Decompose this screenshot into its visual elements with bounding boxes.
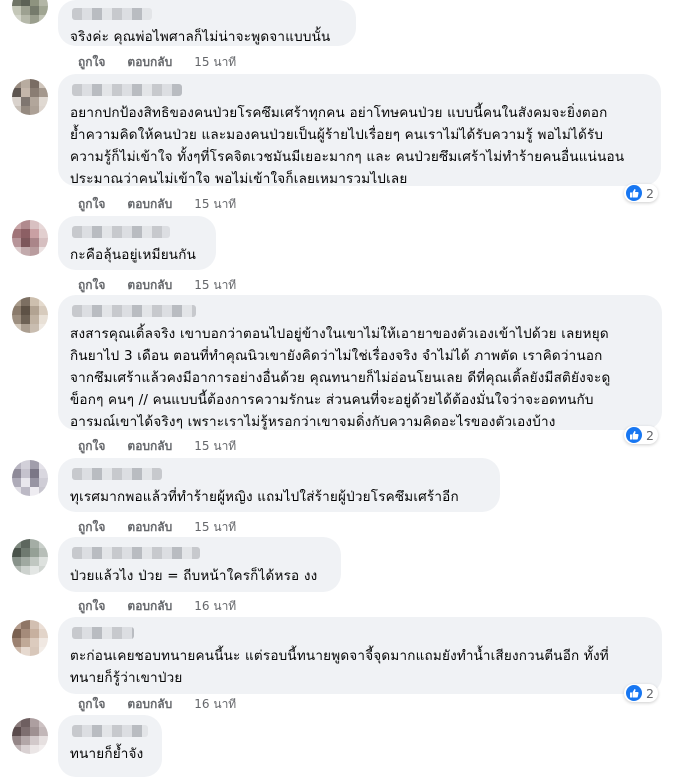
reaction-number: 2 (646, 185, 654, 201)
like-link[interactable]: ถูกใจ (78, 53, 105, 72)
commenter-name[interactable] (72, 226, 170, 238)
reply-link[interactable]: ตอบกลับ (127, 695, 172, 714)
avatar[interactable] (12, 460, 48, 496)
reaction-number: 2 (646, 685, 654, 701)
like-reaction-icon (626, 685, 643, 701)
commenter-name[interactable] (72, 84, 182, 96)
like-link[interactable]: ถูกใจ (78, 518, 105, 537)
reply-link[interactable]: ตอบกลับ (127, 518, 172, 537)
avatar[interactable] (12, 297, 48, 333)
commenter-name[interactable] (72, 305, 196, 317)
like-link[interactable]: ถูกใจ (78, 695, 105, 714)
avatar[interactable] (12, 0, 48, 24)
comment-bubble: ตะก่อนเคยชอบทนายคนนี้นะ แต่รอบนี้ทนายพูด… (58, 617, 662, 694)
comment-bubble: ทุเรศมากพอแล้วที่ทำร้ายผู้หญิง แถมไปใส่ร… (58, 458, 500, 512)
like-link[interactable]: ถูกใจ (78, 597, 105, 616)
comment-actions: ถูกใจ ตอบกลับ 15 นาที (78, 518, 236, 537)
comment-text: ตะก่อนเคยชอบทนายคนนี้นะ แต่รอบนี้ทนายพูด… (70, 648, 609, 686)
reply-link[interactable]: ตอบกลับ (127, 437, 172, 456)
comment-actions: ถูกใจ ตอบกลับ 16 นาที (78, 597, 236, 616)
avatar[interactable] (12, 220, 48, 256)
avatar[interactable] (12, 79, 48, 115)
timestamp[interactable]: 15 นาที (194, 276, 236, 295)
like-reaction-icon (626, 427, 643, 443)
like-link[interactable]: ถูกใจ (78, 437, 105, 456)
like-link[interactable]: ถูกใจ (78, 276, 105, 295)
comment-text: อยากปกป้องสิทธิของคนป่วยโรคซึมเศร้าทุกคน… (70, 105, 625, 187)
commenter-name[interactable] (72, 8, 152, 20)
reaction-number: 2 (646, 427, 654, 443)
timestamp[interactable]: 16 นาที (194, 597, 236, 616)
reaction-count[interactable]: 2 (624, 426, 658, 444)
timestamp[interactable]: 15 นาที (194, 518, 236, 537)
comment-actions: ถูกใจ ตอบกลับ 15 นาที (78, 195, 236, 214)
commenter-name[interactable] (72, 627, 134, 639)
like-reaction-icon (626, 185, 643, 201)
avatar[interactable] (12, 539, 48, 575)
comment-bubble: อยากปกป้องสิทธิของคนป่วยโรคซึมเศร้าทุกคน… (58, 74, 661, 187)
comment-text: กะคือลุ้นอยู่เหมียนกัน (70, 247, 197, 263)
comment-bubble: จริงค่ะ คุณพ่อไพศาลก็ไม่น่าจะพูดจาแบบนั้… (58, 0, 356, 46)
commenter-name[interactable] (72, 725, 148, 737)
comment-bubble: สงสารคุณเติ้ลจริง เขาบอกว่าตอนไปอยู่ข้าง… (58, 295, 662, 430)
timestamp[interactable]: 15 นาที (194, 195, 236, 214)
reaction-count[interactable]: 2 (624, 684, 658, 702)
avatar[interactable] (12, 620, 48, 656)
comment-actions: ถูกใจ ตอบกลับ 16 นาที (78, 695, 236, 714)
comment-actions: ถูกใจ ตอบกลับ 15 นาที (78, 53, 236, 72)
reaction-count[interactable]: 2 (624, 184, 658, 202)
comment-text: ทนายก็ย้ำจัง (70, 746, 144, 762)
timestamp[interactable]: 15 นาที (194, 437, 236, 456)
timestamp[interactable]: 16 นาที (194, 695, 236, 714)
reply-link[interactable]: ตอบกลับ (127, 597, 172, 616)
commenter-name[interactable] (72, 547, 200, 559)
like-link[interactable]: ถูกใจ (78, 195, 105, 214)
comment-bubble: กะคือลุ้นอยู่เหมียนกัน (58, 216, 216, 270)
timestamp[interactable]: 15 นาที (194, 53, 236, 72)
comment-text: จริงค่ะ คุณพ่อไพศาลก็ไม่น่าจะพูดจาแบบนั้… (70, 29, 331, 45)
reply-link[interactable]: ตอบกลับ (127, 195, 172, 214)
avatar[interactable] (12, 718, 48, 754)
comment-bubble: ทนายก็ย้ำจัง (58, 715, 162, 777)
comment-text: สงสารคุณเติ้ลจริง เขาบอกว่าตอนไปอยู่ข้าง… (70, 326, 611, 430)
reply-link[interactable]: ตอบกลับ (127, 53, 172, 72)
comment-actions: ถูกใจ ตอบกลับ 15 นาที (78, 276, 236, 295)
comment-bubble: ป่วยแล้วไง ป่วย = ถีบหน้าใครก็ได้หรอ งง (58, 537, 341, 592)
comment-actions: ถูกใจ ตอบกลับ 15 นาที (78, 437, 236, 456)
reply-link[interactable]: ตอบกลับ (127, 276, 172, 295)
commenter-name[interactable] (72, 468, 162, 480)
comment-text: ทุเรศมากพอแล้วที่ทำร้ายผู้หญิง แถมไปใส่ร… (70, 489, 459, 505)
comment-text: ป่วยแล้วไง ป่วย = ถีบหน้าใครก็ได้หรอ งง (70, 568, 318, 584)
